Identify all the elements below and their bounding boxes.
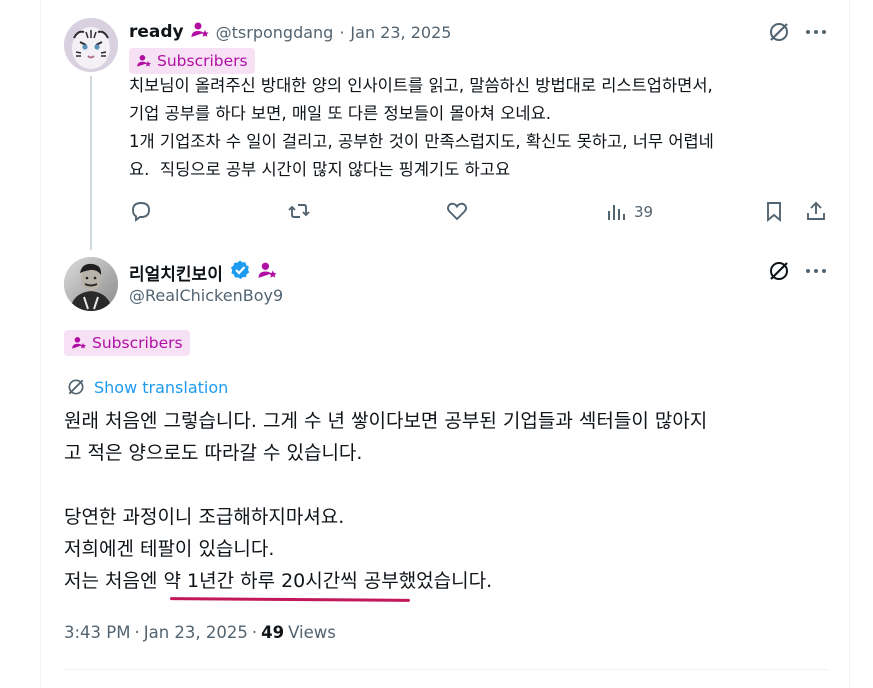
post-time[interactable]: 3:43 PM <box>64 623 130 642</box>
reply-author-name[interactable]: ready <box>129 22 184 42</box>
thread-connector-line <box>90 76 92 250</box>
meta-separator: · <box>251 623 258 642</box>
subscriber-badge-icon <box>136 53 152 69</box>
subscriber-badge-icon <box>190 20 210 44</box>
reply-button[interactable] <box>129 199 153 223</box>
show-translation-link[interactable]: Show translation <box>66 377 228 397</box>
main-handle[interactable]: @RealChickenBoy9 <box>129 286 283 305</box>
translate-icon <box>68 379 84 395</box>
show-translation-label[interactable]: Show translation <box>94 378 228 397</box>
section-divider <box>64 669 829 670</box>
reply-handle[interactable]: @tsrpongdang <box>216 23 334 42</box>
post-views-count: 49 <box>261 623 285 642</box>
bookmark-button[interactable] <box>762 199 786 223</box>
subscribers-label: Subscribers <box>92 334 183 352</box>
grok-icon[interactable] <box>765 18 793 46</box>
reply-avatar[interactable] <box>64 18 118 72</box>
views-count: 39 <box>634 203 654 221</box>
reply-text: 치보님이 올려주신 방대한 양의 인사이트를 읽고, 말씀하신 방법대로 리스트… <box>129 76 714 179</box>
views-button[interactable]: 39 <box>604 200 653 224</box>
meta-separator: · <box>134 623 140 642</box>
main-post-text: 원래 처음엔 그렇습니다. 그게 수 년 쌓이다보면 공부된 기업들과 섹터들이… <box>64 410 708 592</box>
share-button[interactable] <box>804 199 828 223</box>
heart-icon <box>446 202 468 221</box>
reply-header: ready @tsrpongdang · Jan 23, 2025 <box>129 20 451 44</box>
post-views-label: Views <box>288 623 336 642</box>
reply-icon <box>132 202 150 222</box>
subscriber-badge-icon <box>257 260 278 285</box>
more-options-icon[interactable] <box>802 18 830 46</box>
post-meta: 3:43 PM · Jan 23, 2025 · 49 Views <box>64 623 336 642</box>
share-icon <box>807 201 825 220</box>
repost-icon <box>288 204 310 218</box>
main-avatar[interactable] <box>64 257 118 311</box>
main-author-name[interactable]: 리얼치킨보이 <box>129 260 223 285</box>
column-border-right <box>849 0 850 688</box>
highlight-underline <box>169 597 411 602</box>
grok-icon[interactable] <box>765 257 793 285</box>
header-separator: · <box>339 22 345 42</box>
more-options-icon[interactable] <box>802 257 830 285</box>
bookmark-icon <box>767 202 781 223</box>
main-author-row: 리얼치킨보이 <box>129 259 278 285</box>
analytics-icon <box>608 205 625 220</box>
post-date[interactable]: Jan 23, 2025 <box>144 623 248 642</box>
main-subscribers-badge[interactable]: Subscribers <box>64 330 190 356</box>
verified-badge-icon <box>229 259 251 285</box>
reply-date[interactable]: Jan 23, 2025 <box>350 23 451 42</box>
like-button[interactable] <box>445 199 469 223</box>
reply-subscribers-badge[interactable]: Subscribers <box>129 48 255 74</box>
column-border-left <box>40 0 41 688</box>
repost-button[interactable] <box>287 199 311 223</box>
subscriber-badge-icon <box>71 335 87 351</box>
subscribers-label: Subscribers <box>157 52 248 70</box>
